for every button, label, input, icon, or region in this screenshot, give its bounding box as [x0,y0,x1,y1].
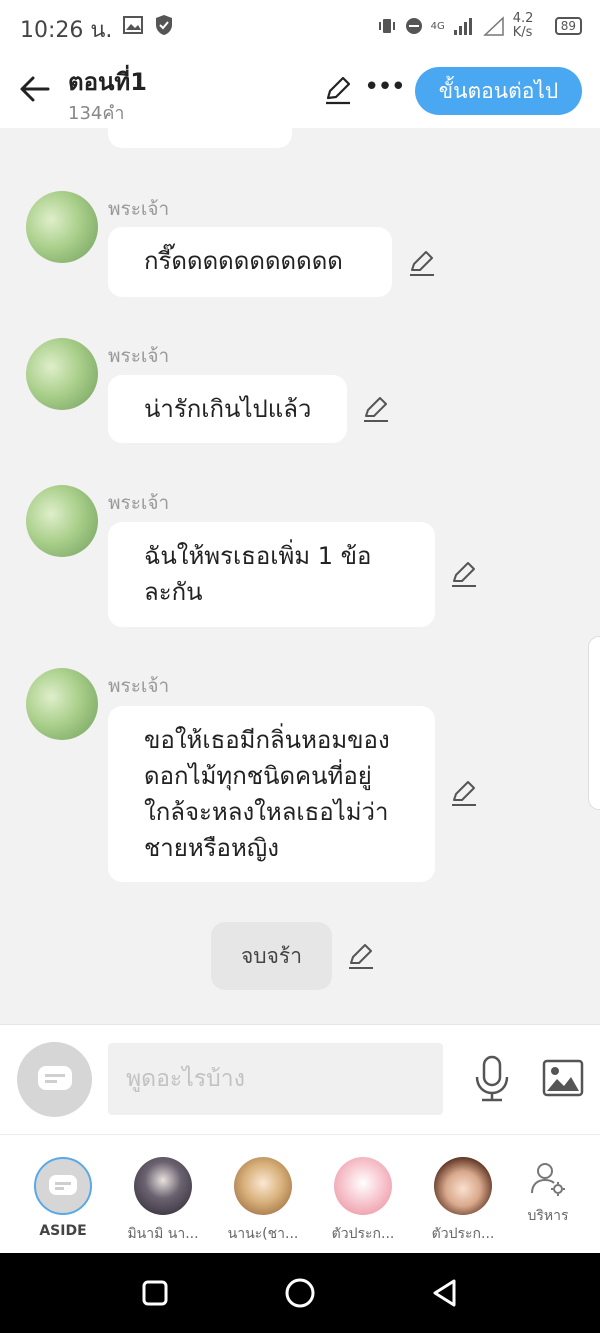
edit-pencil-icon[interactable] [361,394,391,424]
avatar[interactable] [26,485,98,557]
sender-name: พระเจ้า [108,345,170,367]
next-step-button[interactable]: ขั้นตอนต่อไป [415,67,582,115]
gallery-icon [123,16,143,34]
vibrate-icon [378,19,395,33]
network-label: 4G [430,20,445,32]
character-name: นานะ(ชา... [227,1226,299,1242]
edit-pencil-icon[interactable] [449,559,479,589]
edit-pencil-icon[interactable] [346,941,376,971]
status-bar: 10:26 น. 4G 4.2 K/s 89 [0,0,600,54]
sender-name: พระเจ้า [108,492,170,514]
character-selector-bar: ASIDE มินามิ นา... นานะ(ชา... ตัวประก...… [0,1134,600,1253]
chat-area[interactable]: พระเจ้า กรี๊ดดดดดดดดดดด พระเจ้า น่ารักเก… [0,128,600,1024]
character-name: ASIDE [39,1223,87,1239]
character-item[interactable]: ตัวประก... [313,1157,413,1245]
edit-pencil-icon[interactable] [322,74,354,106]
side-scroll-handle[interactable] [588,636,600,810]
signal-empty-icon [482,16,504,36]
recents-square-icon[interactable] [139,1277,171,1309]
manage-characters-button[interactable]: บริหาร [498,1159,598,1227]
image-icon[interactable] [542,1059,584,1097]
message-input-bar [0,1024,600,1134]
avatar[interactable] [26,338,98,410]
message-bubble[interactable]: น่ารักเกินไปแล้ว [108,375,347,443]
edit-pencil-icon[interactable] [407,248,437,278]
character-item[interactable]: มินามิ นา... [113,1157,213,1245]
network-speed: 4.2 K/s [512,11,534,40]
system-nav-bar [0,1253,600,1333]
sender-name: พระเจ้า [108,675,170,697]
sender-name: พระเจ้า [108,198,170,220]
chat-bubble-icon [37,1065,72,1090]
chapter-header: ตอนที่1 134คำ ••• ขั้นตอนต่อไป [0,54,600,128]
message-bubble-partial [108,128,292,148]
battery-indicator: 89 [554,17,582,35]
character-avatar [234,1157,292,1215]
character-name: บริหาร [527,1208,569,1224]
message-bubble[interactable]: ฉันให้พรเธอเพิ่ม 1 ข้อ ละกัน [108,522,435,627]
message-input[interactable] [108,1043,443,1115]
edit-pencil-icon[interactable] [449,778,479,808]
character-name: ตัวประก... [331,1226,395,1242]
word-count: 134คำ [68,103,125,124]
aside-message-bubble[interactable]: จบจร้า [211,922,332,990]
signal-icon [453,18,472,35]
character-name: มินามิ นา... [127,1226,199,1242]
chapter-title: ตอนที่1 [68,68,147,96]
character-avatar [334,1157,392,1215]
aside-toggle-button[interactable] [17,1042,92,1117]
chat-bubble-icon [49,1175,77,1195]
back-triangle-icon[interactable] [429,1277,461,1309]
shield-icon [156,15,172,35]
character-avatar [434,1157,492,1215]
microphone-icon[interactable] [472,1055,512,1103]
character-aside[interactable]: ASIDE [13,1157,113,1239]
user-settings-icon [531,1163,565,1196]
home-circle-icon[interactable] [284,1277,316,1309]
back-arrow-icon[interactable] [18,72,52,106]
message-bubble[interactable]: ขอให้เธอมีกลิ่นหอมของ ดอกไม้ทุกชนิดคนที่… [108,706,435,882]
avatar[interactable] [26,668,98,740]
character-avatar [134,1157,192,1215]
status-time: 10:26 น. [20,18,113,43]
aside-avatar [34,1157,92,1215]
avatar[interactable] [26,191,98,263]
character-item[interactable]: นานะ(ชา... [213,1157,313,1245]
message-bubble[interactable]: กรี๊ดดดดดดดดดดด [108,227,392,297]
dnd-icon [405,18,422,34]
more-options-icon[interactable]: ••• [364,74,406,104]
